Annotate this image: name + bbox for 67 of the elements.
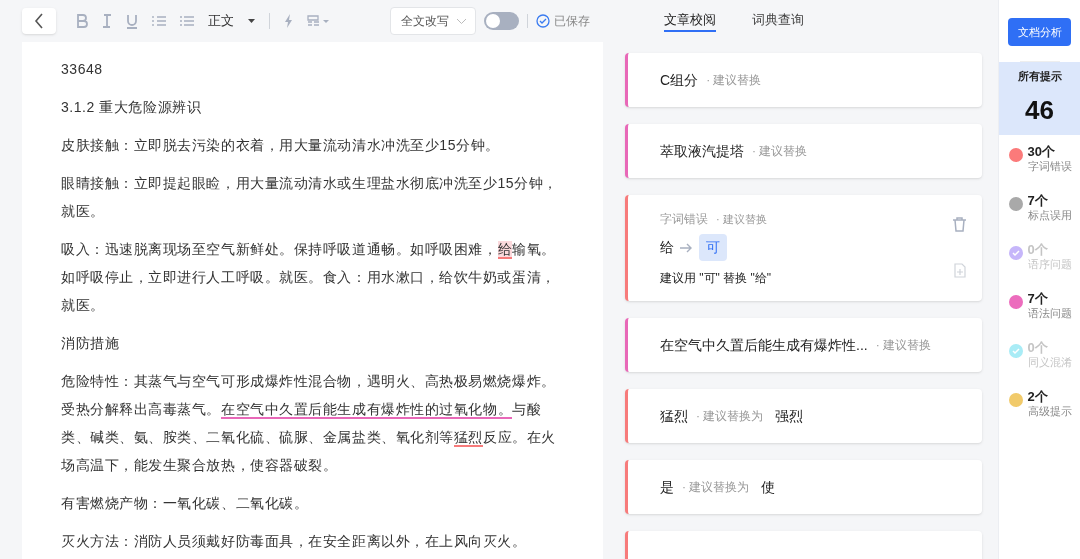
- back-icon: [34, 13, 44, 29]
- paragraph: 皮肤接触：立即脱去污染的衣着，用大量流动清水冲洗至少15分钟。: [61, 136, 501, 155]
- underline-icon[interactable]: [126, 13, 138, 29]
- chevron-icon: [456, 18, 466, 24]
- suggestion-card[interactable]: 在空气中久置后能生成有爆炸性... · 建议替换: [625, 318, 982, 372]
- back-button[interactable]: [22, 8, 56, 34]
- issue-count: 0个: [1027, 242, 1049, 257]
- lightning-icon[interactable]: [284, 14, 293, 28]
- italic-icon[interactable]: [102, 14, 112, 28]
- suggestion-term: 在空气中久置后能生成有爆炸性...: [660, 335, 868, 355]
- suggestion-card[interactable]: 猛烈 · 建议替换为 强烈: [625, 389, 982, 443]
- analyze-button[interactable]: 文档分析: [1008, 18, 1071, 46]
- panel-tab[interactable]: 文章校阅: [664, 9, 716, 33]
- suggestion-term: 萃取液汽提塔: [660, 141, 744, 161]
- replacement-chip[interactable]: 可: [699, 234, 727, 261]
- suggested-word: 使: [761, 477, 776, 497]
- original-word: 给: [660, 238, 674, 257]
- check-circle-icon: [536, 14, 550, 28]
- suggestion-card[interactable]: 是 · 建议替换为 使: [625, 460, 982, 514]
- error-category: 字词错误: [660, 211, 708, 228]
- suggestion-action: · 建议替换: [752, 143, 808, 160]
- paragraph: 消防措施: [61, 334, 121, 353]
- add-file-icon[interactable]: [954, 263, 966, 278]
- suggestion-action: · 建议替换: [706, 72, 762, 89]
- suggestion-term: 猛烈: [660, 406, 688, 426]
- issue-count: 7个: [1027, 291, 1049, 306]
- total-label: 所有提示: [1017, 69, 1062, 84]
- suggestion-action: · 建议替换为: [696, 408, 764, 425]
- paragraph: 灭火方法：消防人员须戴好防毒面具，在安全距离以外，在上风向灭火。: [61, 532, 528, 551]
- suggestion-action: · 建议替换为: [682, 479, 750, 496]
- suggestion-card[interactable]: 字词错误 · 建议替换 给 可 建议用 "可" 替换 "给": [625, 195, 982, 301]
- bullet-list-icon[interactable]: [180, 15, 194, 27]
- suggestion-card[interactable]: [625, 531, 982, 559]
- rewrite-select[interactable]: 全文改写: [390, 7, 476, 35]
- issue-category: 高级提示: [1027, 404, 1072, 418]
- save-status: 已保存: [554, 13, 590, 30]
- layout-dropdown-icon[interactable]: [307, 15, 329, 27]
- issue-category: 标点误用: [1027, 208, 1072, 222]
- suggestion-term: 是: [660, 477, 674, 497]
- issue-count: 0个: [1027, 340, 1049, 355]
- total-count: 46: [1025, 93, 1054, 127]
- toggle-switch[interactable]: [484, 12, 519, 30]
- paragraph: 危险特性：其蒸气与空气可形成爆炸性混合物，遇明火、高热极易燃烧爆炸。受热分解释出高毒蒸气。在空气中久置后能生成有爆炸性的过氧化物。与酸类、碱类、氨、胺类、二氧化硫、硫脲、金属盐类、氧化剂等猛烈反应。在火场高温下，能发生聚合放热，使容器破裂。: [61, 372, 557, 475]
- suggestion-explanation: 建议用 "可" 替换 "给": [660, 270, 772, 287]
- caret-icon: [248, 19, 255, 23]
- issue-category: 语法问题: [1027, 306, 1072, 320]
- paragraph: 眼睛接触：立即提起眼睑，用大量流动清水或生理盐水彻底冲洗至少15分钟，就医。: [61, 174, 559, 221]
- issue-count: 30个: [1027, 144, 1056, 159]
- suggestion-action: · 建议替换: [716, 211, 767, 227]
- suggestion-card[interactable]: C组分 · 建议替换: [625, 53, 982, 107]
- suggestion-action: · 建议替换: [875, 337, 931, 354]
- issue-count: 2个: [1027, 389, 1049, 404]
- bold-icon[interactable]: [76, 14, 88, 28]
- panel-tab[interactable]: 词典查询: [752, 9, 804, 33]
- issue-count: 7个: [1027, 193, 1049, 208]
- numbered-list-icon[interactable]: [152, 15, 166, 27]
- paragraph: 吸入：迅速脱离现场至空气新鲜处。保持呼吸道通畅。如呼吸困难，给输氧。如呼吸停止，立即进行人工呼吸。就医。食入：用水漱口，给饮牛奶或蛋清，就医。: [61, 240, 557, 315]
- suggestion-term: C组分: [660, 70, 699, 90]
- issue-category: 字词错误: [1027, 159, 1072, 173]
- suggestion-card[interactable]: 萃取液汽提塔 · 建议替换: [625, 124, 982, 178]
- style-select[interactable]: 正文: [208, 11, 255, 31]
- paragraph: 3.1.2 重大危险源辨识: [61, 98, 203, 117]
- trash-icon[interactable]: [953, 217, 966, 232]
- paragraph: 有害燃烧产物：一氧化碳、二氧化碳。: [61, 494, 310, 513]
- arrow-icon: [680, 242, 693, 253]
- paragraph: 33648: [61, 60, 104, 79]
- suggested-word: 强烈: [775, 406, 804, 426]
